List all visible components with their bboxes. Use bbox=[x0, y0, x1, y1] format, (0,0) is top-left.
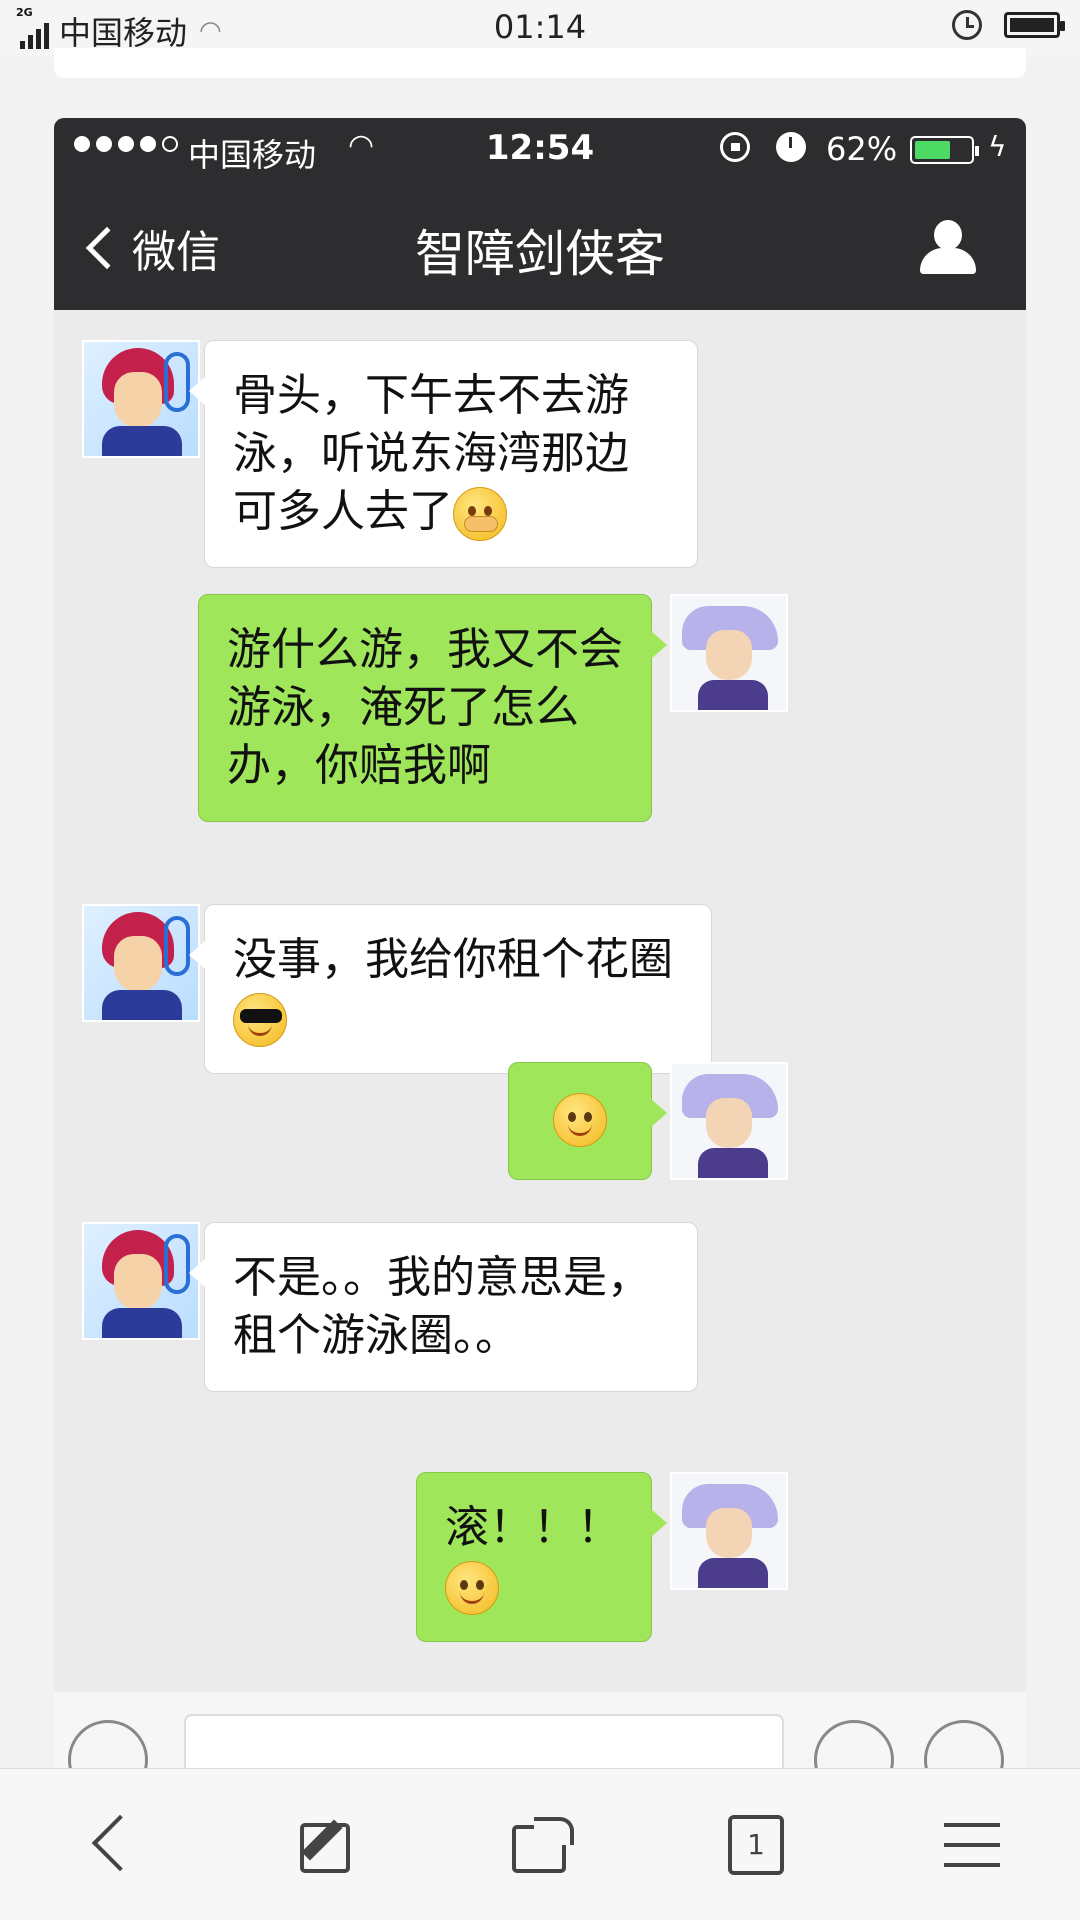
message-bubble-outgoing[interactable]: 游什么游，我又不会游泳，淹死了怎么办，你赔我啊 bbox=[198, 594, 667, 822]
charging-icon: ϟ bbox=[988, 130, 1007, 163]
battery-icon bbox=[1004, 12, 1065, 38]
contact-avatar[interactable] bbox=[82, 1222, 200, 1340]
previous-card-edge bbox=[54, 48, 1026, 78]
ios-status-bar: 中国移动 ◠ 12:54 62% ϟ bbox=[54, 118, 1026, 180]
battery-icon bbox=[910, 136, 979, 164]
message-bubble-incoming[interactable]: 骨头，下午去不去游泳，听说东海湾那边可多人去了 bbox=[189, 340, 698, 568]
tabs-icon[interactable]: 1 bbox=[724, 1813, 788, 1877]
message-list[interactable]: 骨头，下午去不去游泳，听说东海湾那边可多人去了 游什么游，我又不会游泳，淹死了怎… bbox=[54, 310, 1026, 1692]
chat-header: 微信 智障剑侠客 bbox=[54, 180, 1026, 310]
chat-title: 智障剑侠客 bbox=[415, 225, 665, 283]
contact-avatar[interactable] bbox=[82, 340, 200, 458]
menu-icon[interactable] bbox=[938, 1813, 1002, 1877]
shy-emoji-icon bbox=[453, 487, 507, 541]
message-text: 游什么游，我又不会游泳，淹死了怎么办，你赔我啊 bbox=[227, 624, 623, 791]
chat-input-bar bbox=[54, 1692, 1026, 1768]
message-bubble-outgoing[interactable]: 滚！！！ bbox=[416, 1472, 667, 1642]
back-arrow-icon[interactable] bbox=[78, 1813, 142, 1877]
alarm-icon bbox=[952, 10, 982, 40]
smile-emoji-icon bbox=[553, 1093, 607, 1147]
battery-percent: 62% bbox=[826, 130, 898, 168]
bottom-toolbar: 1 bbox=[0, 1768, 1080, 1920]
chat-screenshot[interactable]: 中国移动 ◠ 12:54 62% ϟ 微信 智障剑侠客 骨头，下午去不去游泳，听… bbox=[54, 118, 1026, 1692]
contact-avatar[interactable] bbox=[82, 904, 200, 1022]
message-text: 没事，我给你租个花圈 bbox=[233, 934, 673, 985]
my-avatar[interactable] bbox=[670, 594, 788, 712]
message-bubble-outgoing[interactable] bbox=[508, 1062, 667, 1180]
edit-icon[interactable] bbox=[294, 1813, 358, 1877]
message-input[interactable] bbox=[184, 1714, 784, 1768]
emoji-icon[interactable] bbox=[814, 1720, 894, 1768]
message-text: 不是。。我的意思是，租个游泳圈。。 bbox=[233, 1252, 651, 1361]
contact-info-icon[interactable] bbox=[920, 220, 976, 276]
status-time: 01:14 bbox=[493, 8, 587, 46]
message-text: 滚！！！ bbox=[445, 1502, 621, 1553]
my-avatar[interactable] bbox=[670, 1472, 788, 1590]
tabs-count: 1 bbox=[728, 1815, 784, 1875]
message-text: 骨头，下午去不去游泳，听说东海湾那边可多人去了 bbox=[233, 370, 629, 537]
alarm-icon bbox=[776, 132, 806, 162]
message-bubble-incoming[interactable]: 不是。。我的意思是，租个游泳圈。。 bbox=[189, 1222, 698, 1392]
voice-icon[interactable] bbox=[68, 1720, 148, 1768]
smile-emoji-icon bbox=[445, 1561, 499, 1615]
cool-emoji-icon bbox=[233, 993, 287, 1047]
rotation-lock-icon bbox=[720, 132, 750, 162]
my-avatar[interactable] bbox=[670, 1062, 788, 1180]
message-bubble-incoming[interactable]: 没事，我给你租个花圈 bbox=[189, 904, 712, 1074]
plus-icon[interactable] bbox=[924, 1720, 1004, 1768]
share-icon[interactable] bbox=[508, 1813, 574, 1877]
